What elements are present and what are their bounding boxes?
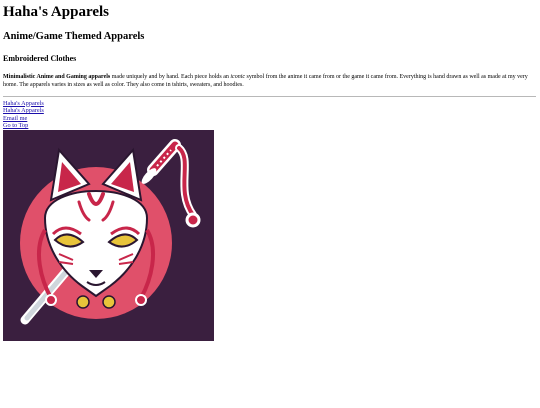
- page-title: Haha's Apparels: [3, 4, 110, 20]
- kitsune-mask-katana-icon: [3, 129, 214, 341]
- link-home-1[interactable]: Haha's Apparels: [3, 100, 44, 108]
- page-subtitle: Anime/Game Themed Apparels: [3, 31, 145, 42]
- nav-links: Haha's Apparels Haha's Apparels Email me…: [3, 100, 537, 130]
- divider: [3, 95, 536, 97]
- description-bold-lead: Minimalistic Anime and Gaming apparels: [3, 74, 111, 80]
- description-italic-word: iconic: [230, 74, 246, 80]
- link-home-2[interactable]: Haha's Apparels: [3, 107, 44, 115]
- link-email[interactable]: Email me: [3, 115, 27, 123]
- description-paragraph: Minimalistic Anime and Gaming apparels m…: [3, 73, 531, 90]
- description-text-1: made uniquely and by hand. Each piece ho…: [110, 74, 231, 80]
- section-heading: Embroidered Clothes: [3, 54, 77, 63]
- page: Haha's Apparels Anime/Game Themed Appare…: [0, 3, 540, 341]
- link-go-to-top[interactable]: Go to Top: [3, 122, 28, 130]
